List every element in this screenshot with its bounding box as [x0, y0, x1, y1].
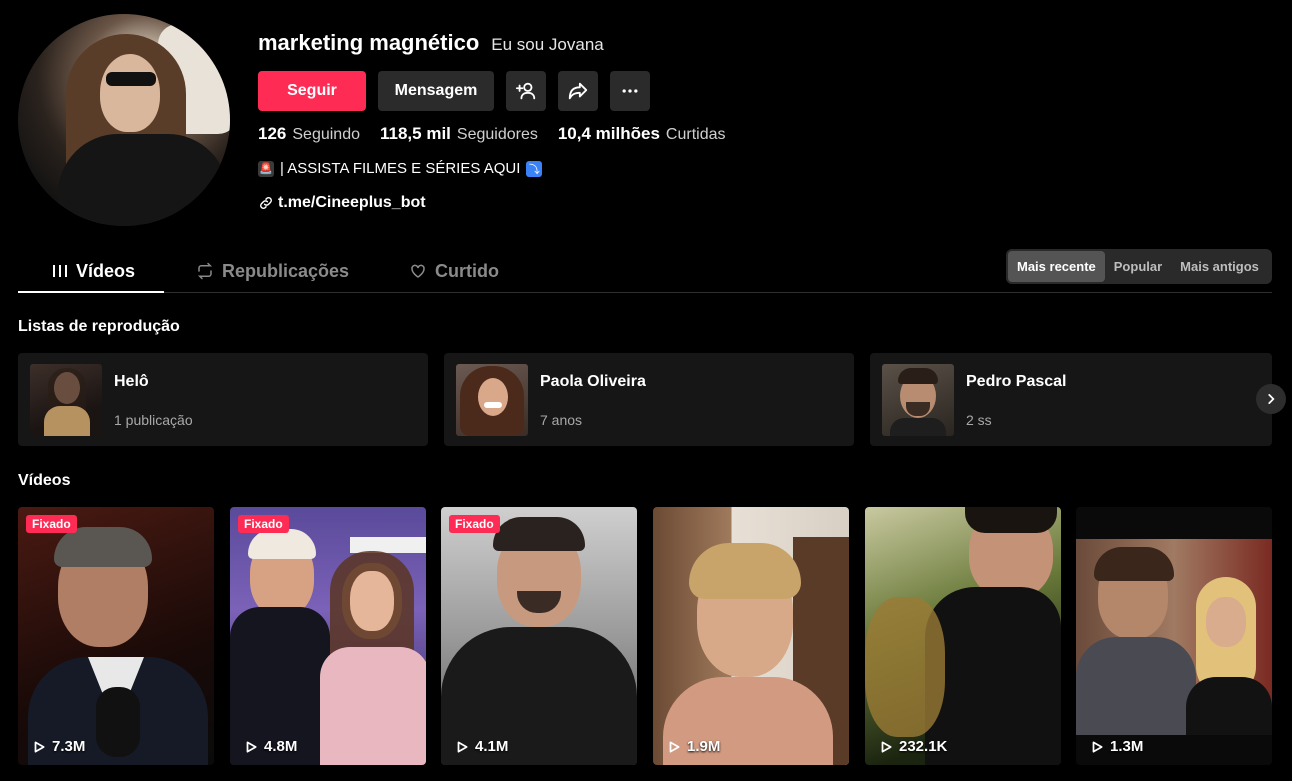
- tab-liked-label: Curtido: [435, 260, 499, 281]
- video-views: 7.3M: [32, 738, 85, 755]
- video-card[interactable]: 232.1K: [865, 507, 1061, 765]
- video-views-count: 7.3M: [52, 738, 86, 755]
- playlist-name: Helô: [114, 373, 149, 390]
- repost-icon: [197, 262, 213, 280]
- play-icon: [669, 740, 680, 753]
- playlist-card[interactable]: Pedro Pascal 2 ss: [870, 353, 1272, 446]
- play-icon: [34, 740, 45, 753]
- following-label: Seguindo: [292, 126, 360, 143]
- share-button[interactable]: [558, 71, 598, 111]
- share-arrow-icon: [568, 82, 588, 100]
- profile-stats: 126 Seguindo 118,5 mil Seguidores 10,4 mil…: [258, 124, 725, 144]
- likes-stat: 10,4 milhões Curtidas: [558, 124, 726, 144]
- play-icon: [1092, 740, 1103, 753]
- playlist-name: Paola Oliveira: [540, 373, 646, 390]
- playlist-thumbnail: [456, 364, 528, 436]
- add-friend-button[interactable]: [506, 71, 546, 111]
- followers-label: Seguidores: [456, 126, 538, 143]
- playlist-subtitle: 2 ss: [966, 412, 992, 428]
- tab-videos-label: Vídeos: [76, 260, 136, 281]
- following-count: 126: [258, 124, 287, 143]
- follow-button[interactable]: Seguir: [258, 71, 366, 111]
- avatar-face: [100, 54, 160, 132]
- playlist-thumbnail: [882, 364, 954, 436]
- followers-count: 118,5 mil: [380, 124, 451, 143]
- profile-username: marketing magnético: [258, 30, 480, 55]
- link-icon: [260, 197, 272, 209]
- video-views-count: 1.3M: [1110, 738, 1144, 755]
- sort-popular[interactable]: Popular: [1105, 251, 1171, 282]
- likes-label: Curtidas: [665, 126, 726, 143]
- followers-stat[interactable]: 118,5 mil Seguidores: [380, 124, 538, 144]
- pinned-badge: Fixado: [238, 515, 289, 533]
- video-views: 232.1K: [879, 738, 947, 755]
- playlist-card[interactable]: Helô 1 publicação: [18, 353, 428, 446]
- profile-bio: 🚨 | ASSISTA FILMES E SÉRIES AQUI ⤵: [258, 160, 543, 177]
- pinned-badge: Fixado: [449, 515, 500, 533]
- bio-text: | ASSISTA FILMES E SÉRIES AQUI: [280, 160, 521, 177]
- more-dots-icon: [622, 89, 638, 93]
- tab-videos[interactable]: Vídeos: [52, 250, 135, 292]
- playlist-card[interactable]: Paola Oliveira 7 anos: [444, 353, 854, 446]
- video-card[interactable]: Fixado 7.3M: [18, 507, 214, 765]
- siren-emoji-icon: 🚨: [258, 160, 274, 177]
- video-views-count: 4.8M: [264, 738, 298, 755]
- play-icon: [457, 740, 468, 753]
- grid-icon: [53, 265, 67, 277]
- video-card[interactable]: 1.9M: [653, 507, 849, 765]
- arrow-down-emoji-icon: ⤵: [526, 160, 543, 177]
- video-card[interactable]: Fixado 4.8M: [230, 507, 426, 765]
- avatar-sunglasses: [106, 72, 156, 86]
- playlists-next-button[interactable]: [1256, 384, 1286, 414]
- pinned-badge: Fixado: [26, 515, 77, 533]
- heart-icon: [411, 264, 425, 278]
- video-views-count: 1.9M: [687, 738, 721, 755]
- profile-nickname: Eu sou Jovana: [491, 35, 604, 54]
- playlist-subtitle: 1 publicação: [114, 412, 193, 428]
- profile-actions: Seguir Mensagem: [258, 71, 650, 111]
- profile-link-text: t.me/Cineeplus_bot: [278, 194, 426, 211]
- video-views-count: 4.1M: [475, 738, 509, 755]
- video-views-count: 232.1K: [899, 738, 948, 755]
- video-views: 4.8M: [244, 738, 297, 755]
- sort-recent[interactable]: Mais recente: [1008, 251, 1105, 282]
- more-options-button[interactable]: [610, 71, 650, 111]
- avatar-coat: [58, 134, 228, 226]
- video-card[interactable]: 1.3M: [1076, 507, 1272, 765]
- video-views: 1.9M: [667, 738, 720, 755]
- chevron-right-icon: [1268, 394, 1275, 404]
- playlist-name: Pedro Pascal: [966, 373, 1067, 390]
- profile-link[interactable]: t.me/Cineeplus_bot: [258, 194, 426, 212]
- videos-title: Vídeos: [18, 472, 71, 489]
- profile-name-row: marketing magnético Eu sou Jovana: [258, 30, 604, 56]
- tab-reposts[interactable]: Republicações: [196, 250, 349, 292]
- video-views: 4.1M: [455, 738, 508, 755]
- tab-reposts-label: Republicações: [222, 260, 350, 281]
- play-icon: [881, 740, 892, 753]
- playlists-title: Listas de reprodução: [18, 318, 180, 335]
- sort-oldest[interactable]: Mais antigos: [1171, 251, 1268, 282]
- tab-liked[interactable]: Curtido: [409, 250, 499, 292]
- add-person-icon: [515, 82, 536, 100]
- following-stat[interactable]: 126 Seguindo: [258, 124, 360, 144]
- likes-count: 10,4 milhões: [557, 124, 660, 143]
- play-icon: [246, 740, 257, 753]
- profile-avatar[interactable]: [18, 14, 230, 226]
- playlist-subtitle: 7 anos: [540, 412, 583, 428]
- sort-toggle: Mais recente Popular Mais antigos: [1006, 249, 1272, 284]
- video-views: 1.3M: [1090, 738, 1143, 755]
- playlist-thumbnail: [30, 364, 102, 436]
- video-card[interactable]: Fixado 4.1M: [441, 507, 637, 765]
- message-button[interactable]: Mensagem: [378, 71, 494, 111]
- active-tab-indicator: [18, 291, 164, 293]
